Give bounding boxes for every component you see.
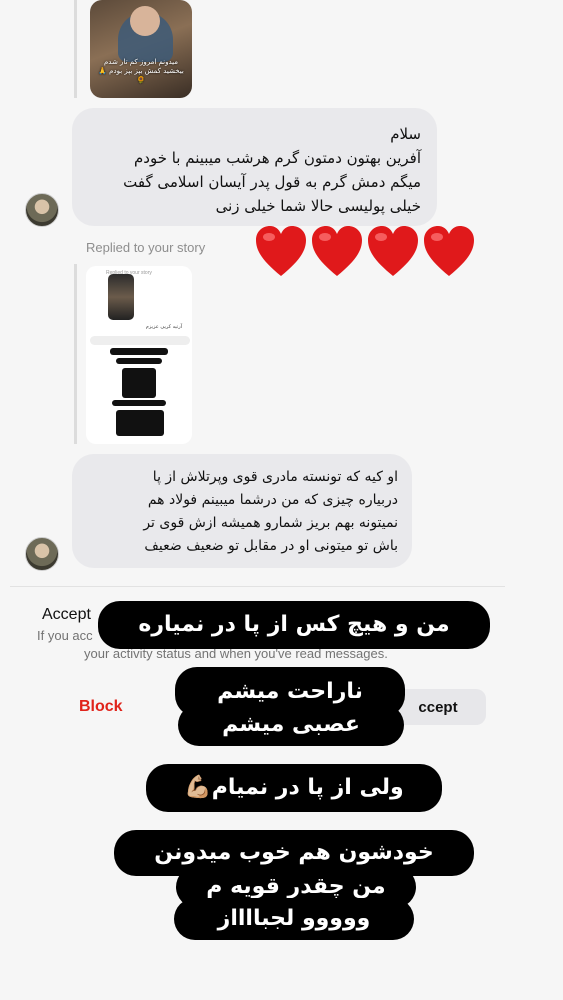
- replied-to-story-label: Replied to your story: [86, 240, 206, 255]
- mini-overlay-text: [110, 348, 168, 355]
- reply-indicator-line: [74, 0, 77, 98]
- block-button[interactable]: Block: [79, 698, 123, 716]
- heart-icon: [254, 224, 308, 280]
- story-image-face: [130, 6, 160, 36]
- message-bubble[interactable]: سلام آفرین بهتون دمتون گرم هرشب میبینم ب…: [72, 108, 437, 226]
- reaction-hearts: [254, 224, 476, 280]
- divider: [10, 586, 505, 587]
- mini-overlay-text: [116, 358, 162, 364]
- mini-message-row: آرتیه کریی عزیزم: [145, 324, 182, 330]
- chat-thread[interactable]: میدونم امروز کم تار شدم بیخشید کمش بپز ب…: [0, 0, 563, 590]
- accept-button-label: ccept: [418, 698, 458, 716]
- mini-overlay-text: [112, 400, 166, 406]
- message-text: سلام آفرین بهتون دمتون گرم هرشب میبینم ب…: [123, 125, 421, 215]
- sender-avatar[interactable]: [25, 193, 59, 227]
- message-bubble[interactable]: او کیه که تونسته مادری قوی وپرتلاش از پا…: [72, 454, 412, 568]
- story-text-overlay: من و هیچ کس از پا در نمیاره: [98, 601, 490, 649]
- story-text-overlay: عصبی میشم: [178, 704, 404, 746]
- replied-story-thumbnail[interactable]: Replied to your story آرتیه کریی عزیزم: [86, 266, 192, 444]
- message-text: او کیه که تونسته مادری قوی وپرتلاش از پا…: [143, 469, 398, 554]
- request-title: Accept: [42, 606, 91, 623]
- mini-overlay-text: [122, 368, 156, 398]
- heart-icon: [422, 224, 476, 280]
- reply-indicator-line: [74, 264, 77, 444]
- story-thumbnail[interactable]: میدونم امروز کم تار شدم بیخشید کمش بپز ب…: [90, 0, 192, 98]
- story-caption: میدونم امروز کم تار شدم بیخشید کمش بپز ب…: [98, 58, 184, 84]
- sender-avatar[interactable]: [25, 537, 59, 571]
- heart-icon: [366, 224, 420, 280]
- mini-story-image: [108, 274, 134, 320]
- story-text-overlay: ووووو لجبااااز: [174, 898, 414, 940]
- mini-message-bar: [90, 336, 190, 345]
- request-subtitle: If you acc: [37, 628, 93, 643]
- heart-icon: [310, 224, 364, 280]
- story-text-overlay: ولی از پا در نمیام💪🏼: [146, 764, 442, 812]
- mini-overlay-text: [116, 410, 164, 436]
